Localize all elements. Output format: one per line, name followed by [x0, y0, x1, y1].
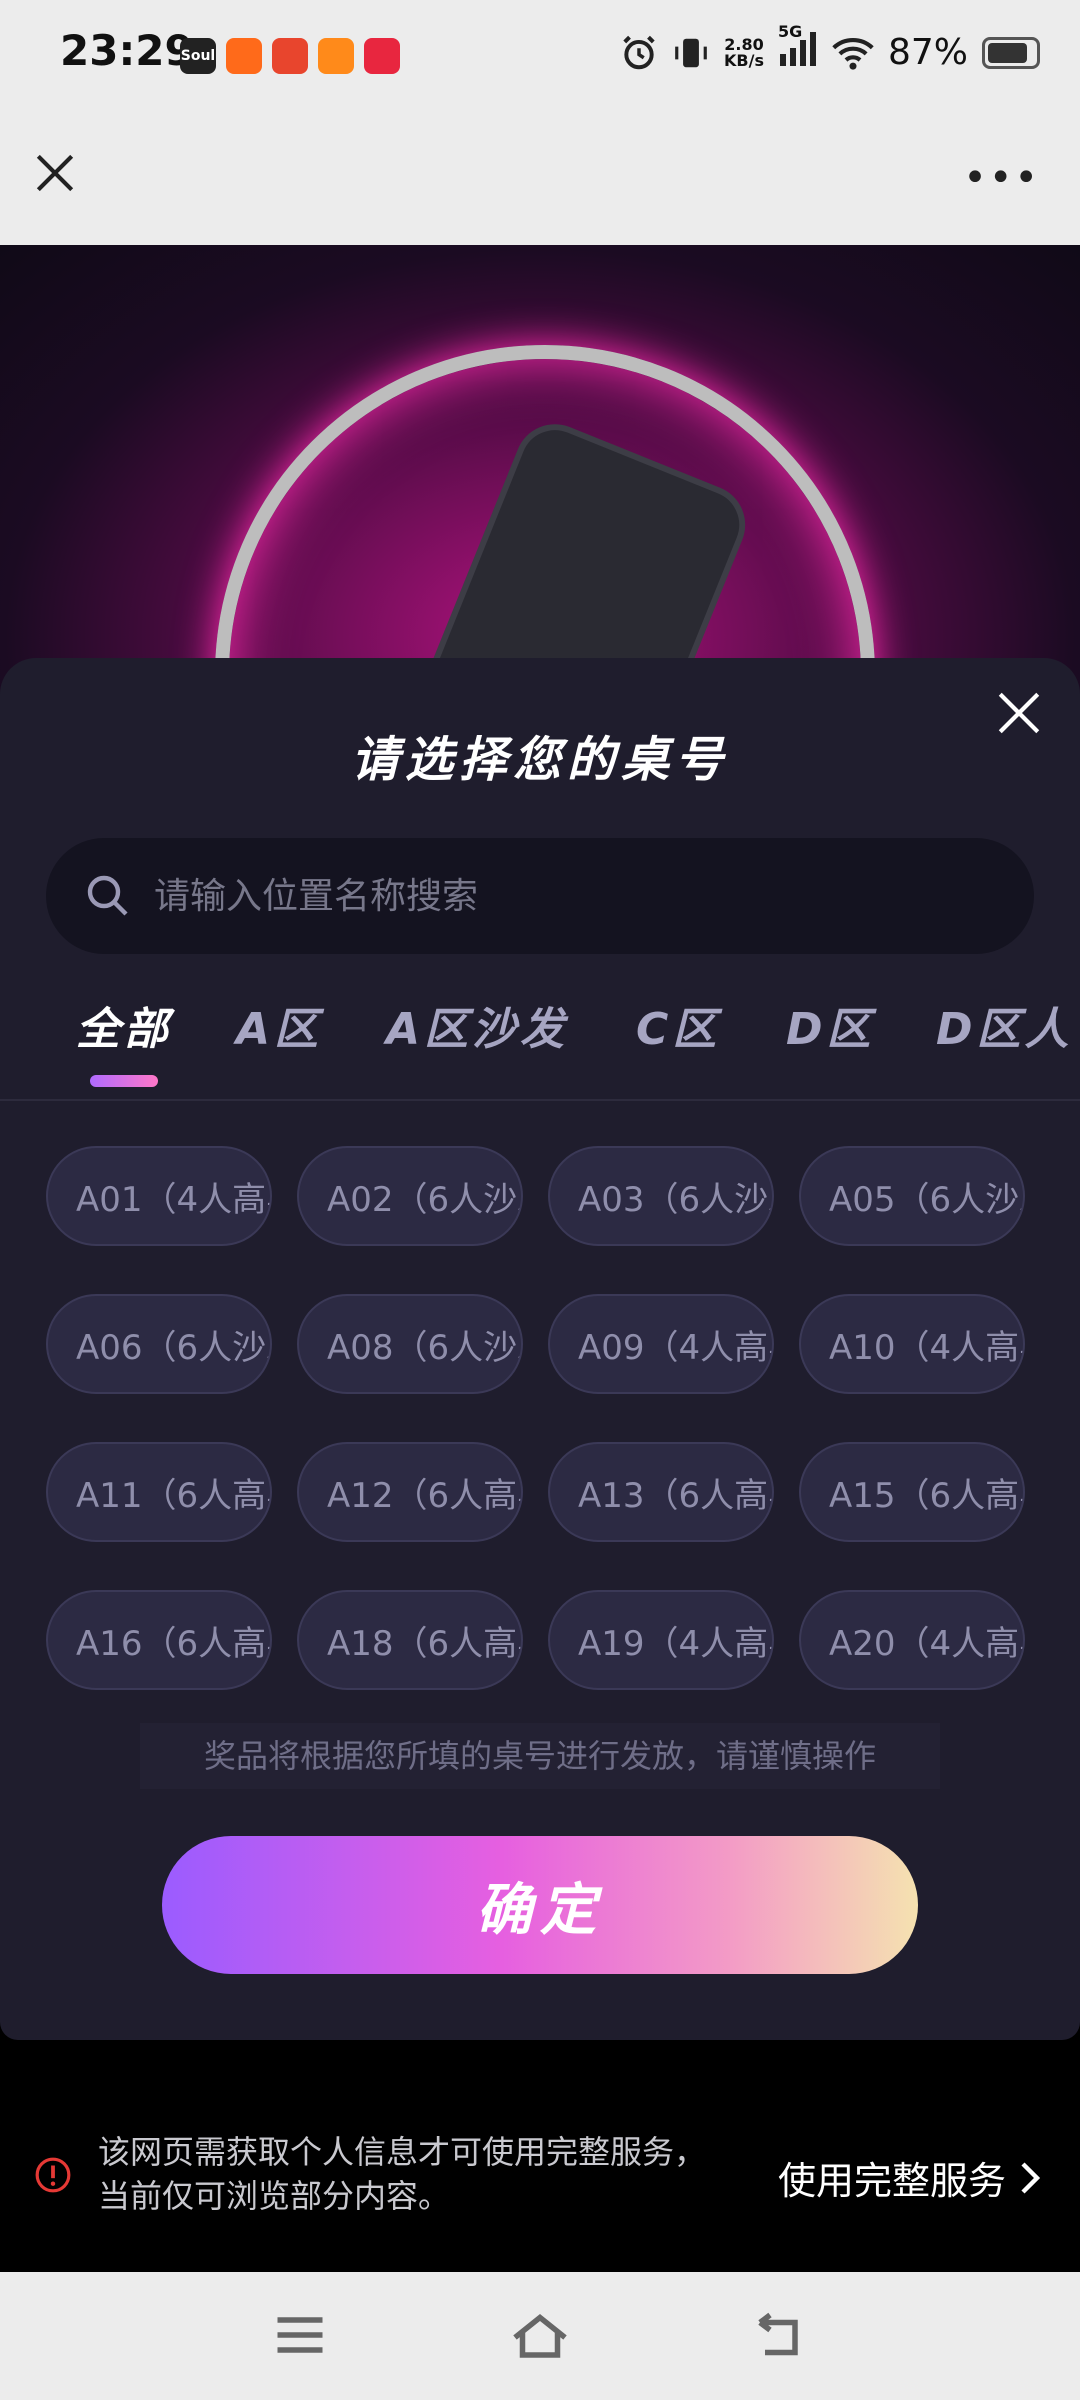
network-type: 5G: [777, 22, 803, 41]
table-chip[interactable]: A10（4人高桌）: [799, 1294, 1025, 1394]
table-chip[interactable]: A16（6人高桌）: [46, 1590, 272, 1690]
wifi-icon: [832, 37, 874, 70]
browser-title-bar: •••: [0, 110, 1080, 245]
alarm-icon: [623, 35, 655, 69]
table-select-sheet: 请选择您的桌号 全部 A区 A区沙发 C区 D区 D区人 A01（4人高桌） A…: [0, 658, 1080, 2040]
search-bar[interactable]: [46, 838, 1034, 954]
notification-icons: Soul: [180, 38, 400, 74]
table-grid: A01（4人高桌） A02（6人沙发） A03（6人沙发） A05（6人沙发） …: [46, 1146, 1046, 1690]
tab-a-zone[interactable]: A区: [236, 993, 322, 1057]
red-app-icon-2: [364, 38, 400, 74]
table-chip[interactable]: A13（6人高桌）: [548, 1442, 774, 1542]
privacy-message: 该网页需获取个人信息才可使用完整服务， 当前仅可浏览部分内容。: [98, 2130, 718, 2218]
table-chip[interactable]: A19（4人高桌）: [548, 1590, 774, 1690]
table-chip[interactable]: A09（4人高桌）: [548, 1294, 774, 1394]
table-chip[interactable]: A01（4人高桌）: [46, 1146, 272, 1246]
full-service-label: 使用完整服务: [777, 2159, 1006, 2203]
status-indicators: 2.80 KB/s 5G 87%: [620, 22, 1040, 75]
orange-app-icon: [226, 38, 262, 74]
tab-d-zone-more[interactable]: D区人: [936, 993, 1073, 1057]
warning-icon: [35, 2157, 71, 2193]
full-service-link[interactable]: 使用完整服务: [778, 2150, 1044, 2205]
battery-icon: [982, 36, 1040, 69]
status-bar: 23:29 Soul 2.80 KB/s 5G 87%: [0, 0, 1080, 110]
privacy-info-bar: 该网页需获取个人信息才可使用完整服务， 当前仅可浏览部分内容。 使用完整服务: [0, 2080, 1080, 2270]
table-chip[interactable]: A18（6人高桌）: [297, 1590, 523, 1690]
tabs-divider: [0, 1099, 1080, 1101]
confirm-button[interactable]: 确定: [162, 1836, 918, 1974]
back-icon[interactable]: [750, 2310, 810, 2360]
battery-percent: 87%: [887, 32, 968, 73]
chevron-right-icon: [1021, 2161, 1041, 2194]
sheet-title: 请选择您的桌号: [350, 732, 729, 788]
table-chip[interactable]: A15（6人高桌）: [799, 1442, 1025, 1542]
tab-d-zone[interactable]: D区: [786, 993, 875, 1057]
table-chip[interactable]: A11（6人高桌）: [46, 1442, 272, 1542]
close-icon[interactable]: [30, 148, 80, 198]
tab-c-zone[interactable]: C区: [636, 993, 720, 1057]
area-tabs: 全部 A区 A区沙发 C区 D区 D区人: [0, 993, 1080, 1103]
tab-all[interactable]: 全部: [76, 993, 172, 1057]
privacy-message-line1: 该网页需获取个人信息才可使用完整服务，: [98, 2133, 707, 2171]
table-chip[interactable]: A02（6人沙发）: [297, 1146, 523, 1246]
search-icon: [87, 875, 128, 916]
status-time: 23:29: [60, 26, 194, 75]
table-chip[interactable]: A03（6人沙发）: [548, 1146, 774, 1246]
soul-app-icon: Soul: [180, 38, 216, 74]
table-chip[interactable]: A08（6人沙发）: [297, 1294, 523, 1394]
network-speed-unit: KB/s: [724, 50, 764, 70]
signal-indicator: 5G: [778, 22, 818, 75]
active-tab-indicator: [90, 1075, 158, 1087]
prize-notice: 奖品将根据您所填的桌号进行发放，请谨慎操作: [140, 1723, 940, 1789]
table-chip[interactable]: A06（6人沙发）: [46, 1294, 272, 1394]
tab-a-zone-sofa[interactable]: A区沙发: [386, 993, 568, 1057]
table-chip[interactable]: A12（6人高桌）: [297, 1442, 523, 1542]
network-speed: 2.80 KB/s: [724, 36, 764, 70]
vibrate-icon: [675, 38, 707, 67]
table-chip[interactable]: A05（6人沙发）: [799, 1146, 1025, 1246]
orange-app-icon-2: [318, 38, 354, 74]
more-menu-button[interactable]: •••: [963, 155, 1040, 201]
home-icon[interactable]: [510, 2310, 570, 2360]
menu-icon[interactable]: [270, 2310, 330, 2360]
privacy-message-line2: 当前仅可浏览部分内容。: [98, 2177, 451, 2215]
red-app-icon: [272, 38, 308, 74]
table-chip[interactable]: A20（4人高桌）: [799, 1590, 1025, 1690]
system-nav-bar: [0, 2272, 1080, 2400]
search-input[interactable]: [152, 874, 1034, 918]
